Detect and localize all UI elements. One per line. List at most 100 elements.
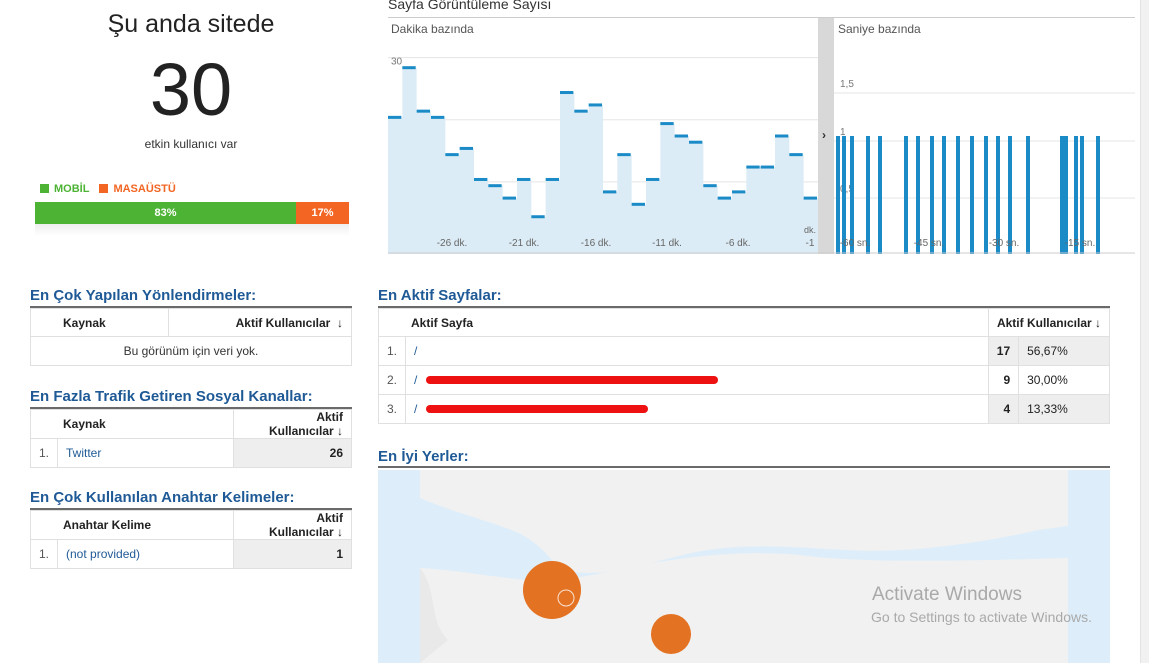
second-bar — [942, 136, 946, 254]
col-users-header[interactable]: Aktif Kullanıcılar ↓ — [168, 308, 352, 337]
panel-separator — [818, 18, 834, 254]
second-bar — [1080, 136, 1084, 254]
redaction-mark — [426, 405, 649, 413]
minute-bar — [803, 196, 817, 200]
desktop-share-bar: 17% — [296, 202, 349, 224]
y-tick-label: 1,5 — [840, 79, 854, 90]
table-row: 3. / 4 13,33% — [377, 394, 1110, 424]
minute-bar — [789, 153, 803, 157]
keywords-table: Anahtar Kelime Aktif Kullanıcılar ↓ 1. (… — [29, 510, 352, 569]
col-source-header[interactable]: Kaynak — [29, 409, 235, 439]
row-index: 1. — [29, 539, 59, 569]
minute-bar — [560, 91, 574, 95]
location-bubble-2[interactable] — [651, 614, 691, 654]
locations-underline — [378, 466, 1110, 468]
second-bar — [1060, 136, 1064, 254]
x-tick-label: -26 dk. — [437, 238, 468, 249]
minute-bar — [474, 177, 488, 181]
row-value: 26 — [233, 438, 352, 468]
minute-bar — [617, 153, 631, 157]
row-percent: 56,67% — [1018, 336, 1110, 366]
minute-bar — [674, 134, 688, 138]
map-svg — [378, 470, 1110, 663]
col-users-header[interactable]: Aktif Kullanıcılar ↓ — [233, 409, 352, 439]
minute-panel-label: Dakika bazında — [391, 22, 474, 36]
legend-desktop: MASAÜSTÜ — [99, 183, 176, 195]
minute-bar — [388, 115, 402, 119]
arrow-down-icon: ↓ — [337, 525, 343, 539]
arrow-down-icon: ↓ — [1095, 315, 1101, 330]
second-bar — [850, 136, 854, 254]
table-row: 1. (not provided) 1 — [29, 539, 352, 569]
legend-mobile: MOBİL — [40, 183, 89, 195]
second-bar — [878, 136, 882, 254]
locations-map[interactable] — [378, 470, 1110, 663]
row-value: 9 — [987, 365, 1020, 395]
arrow-down-icon: ↓ — [337, 424, 343, 438]
split-bar-shadow — [35, 224, 349, 236]
minute-bar — [459, 146, 473, 150]
minute-bar — [746, 165, 760, 169]
second-bar — [970, 136, 974, 254]
table-row: 2. / 9 30,00% — [377, 365, 1110, 395]
minute-bar — [517, 177, 531, 181]
page-link[interactable]: / — [414, 402, 417, 416]
x-tick-label: -11 dk. — [652, 238, 682, 249]
row-percent: 13,33% — [1018, 394, 1110, 424]
referrals-title: En Çok Yapılan Yönlendirmeler: — [30, 287, 257, 304]
second-bar — [930, 136, 934, 254]
minute-bar — [732, 190, 746, 194]
pageviews-chart: Dakika bazındaSaniye bazında›302010-26 d… — [388, 18, 1135, 255]
minute-bar — [574, 109, 588, 113]
second-bar — [836, 136, 840, 254]
redaction-mark — [426, 376, 719, 384]
social-table: Kaynak Aktif Kullanıcılar ↓ 1. Twitter 2… — [29, 409, 352, 468]
row-value: 17 — [987, 336, 1020, 366]
keyword-link[interactable]: (not provided) — [66, 547, 140, 561]
row-value: 1 — [233, 539, 352, 569]
x-tick-label: -21 dk. — [509, 238, 540, 249]
second-bar — [956, 136, 960, 254]
x-tick-label: -60 sn. — [840, 238, 871, 249]
second-bar — [866, 136, 870, 254]
empty-message: Bu görünüm için veri yok. — [30, 336, 352, 366]
keywords-title: En Çok Kullanılan Anahtar Kelimeler: — [30, 489, 295, 506]
second-bar — [1008, 136, 1012, 254]
col-users-header[interactable]: Aktif Kullanıcılar ↓ — [233, 510, 352, 540]
minute-bar — [603, 190, 617, 194]
minute-bar — [703, 184, 717, 188]
minute-bar — [502, 196, 516, 200]
locations-title: En İyi Yerler: — [378, 448, 469, 465]
minute-bar — [416, 109, 430, 113]
pageviews-title: Sayfa Görüntüleme Sayısı — [388, 0, 552, 12]
row-index: 3. — [377, 394, 407, 424]
x-tick-label: -16 dk. — [581, 238, 612, 249]
page-link[interactable]: / — [414, 373, 417, 387]
minute-bar — [775, 134, 789, 138]
minute-area — [388, 67, 818, 255]
col-page-header[interactable]: Aktif Sayfa — [378, 308, 989, 337]
location-bubble-1[interactable] — [523, 561, 581, 619]
x-tick-label: -1 — [806, 238, 815, 249]
minute-bar — [660, 122, 674, 126]
vertical-scrollbar[interactable] — [1140, 0, 1149, 663]
x-tick-label: -15 sn. — [1065, 238, 1096, 249]
second-bar — [916, 136, 920, 254]
col-users-header[interactable]: Aktif Kullanıcılar ↓ — [987, 308, 1111, 337]
minute-bar — [588, 103, 602, 107]
table-row: 1. / 17 56,67% — [377, 336, 1110, 366]
y-tick-label: 30 — [391, 57, 403, 68]
second-bar — [984, 136, 988, 254]
minute-bar — [760, 165, 774, 169]
active-user-count: 30 — [149, 48, 233, 131]
x-tick-label: -45 sn. — [914, 238, 945, 249]
col-source-header[interactable]: Kaynak — [30, 308, 169, 337]
x-tick-label: -30 sn. — [989, 238, 1020, 249]
page-link[interactable]: / — [414, 344, 417, 358]
pages-title: En Aktif Sayfalar: — [378, 287, 502, 304]
row-value: 4 — [987, 394, 1020, 424]
col-keyword-header[interactable]: Anahtar Kelime — [29, 510, 235, 540]
social-title: En Fazla Trafik Getiren Sosyal Kanallar: — [30, 388, 313, 405]
watermark-subtitle: Go to Settings to activate Windows. — [871, 609, 1092, 625]
social-link-twitter[interactable]: Twitter — [66, 446, 101, 460]
